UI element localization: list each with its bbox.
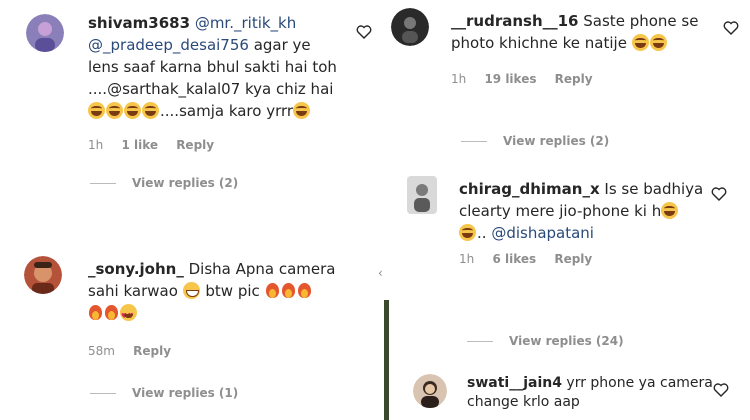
comment-line-2: @_pradeep_desai756 agar ye: [88, 34, 348, 56]
laughing-emoji-icon: [142, 102, 159, 119]
comment-body: _sony.john_ Disha Apna camera sahi karwa…: [88, 258, 358, 327]
replies-divider: [90, 392, 116, 394]
comment-text: Disha Apna camera: [188, 260, 336, 278]
laughing-emoji-icon: [124, 102, 141, 119]
avatar[interactable]: [26, 14, 64, 52]
avatar[interactable]: [391, 8, 429, 46]
username[interactable]: swati__jain4: [467, 375, 562, 391]
comment-line-2: clearty mere jio-phone ki h: [459, 200, 729, 222]
username[interactable]: chirag_dhiman_x: [459, 180, 600, 198]
like-heart-icon[interactable]: [723, 20, 739, 36]
comment-body: __rudransh__16 Saste phone se photo khic…: [451, 10, 721, 54]
reply-button[interactable]: Reply: [555, 72, 593, 86]
username[interactable]: shivam3683: [88, 14, 190, 32]
comment-text: clearty mere jio-phone ki h: [459, 202, 662, 220]
comment-text: Is se badhiya: [604, 180, 704, 198]
comment-meta: 1h 6 likes Reply: [459, 252, 606, 266]
reply-button[interactable]: Reply: [133, 344, 171, 358]
comment-swati-jain: swati__jain4 yrr phone ya camera change …: [385, 370, 750, 420]
view-replies-button[interactable]: View replies (2): [461, 134, 609, 148]
avatar[interactable]: [413, 374, 447, 408]
laughing-emoji-icon: [649, 34, 667, 51]
like-heart-icon[interactable]: [711, 186, 727, 202]
comment-line-2: photo khichne ke natije: [451, 32, 721, 54]
likes-count[interactable]: 19 likes: [484, 72, 536, 86]
mention[interactable]: @_pradeep_desai756: [88, 36, 249, 54]
comment-chirag-dhiman: chirag_dhiman_x Is se badhiya clearty me…: [385, 170, 750, 350]
comment-line-1: __rudransh__16 Saste phone se: [451, 10, 721, 32]
fire-emoji-icon: [297, 282, 312, 299]
timestamp: 58m: [88, 344, 115, 358]
like-heart-icon[interactable]: [713, 382, 729, 398]
mention[interactable]: @mr._ritik_kh: [195, 14, 296, 32]
laughing-emoji-icon: [459, 224, 476, 241]
comment-line-3: [88, 302, 358, 327]
view-replies-label[interactable]: View replies (24): [509, 334, 624, 348]
comment-meta: 1h 1 like Reply: [88, 138, 228, 152]
laughing-emoji-icon: [88, 102, 105, 119]
replies-divider: [461, 140, 487, 142]
laughing-emoji-icon: [293, 102, 311, 119]
right-comment-column: __rudransh__16 Saste phone se photo khic…: [385, 0, 750, 420]
view-replies-label[interactable]: View replies (2): [132, 176, 238, 190]
comment-text: yrr phone ya camera: [566, 375, 713, 391]
username[interactable]: __rudransh__16: [451, 12, 579, 30]
comment-line-1: chirag_dhiman_x Is se badhiya: [459, 178, 729, 200]
comment-body: shivam3683 @mr._ritik_kh @_pradeep_desai…: [88, 12, 348, 122]
heart-eyes-emoji-icon: [120, 304, 137, 327]
grinning-emoji-icon: [182, 282, 200, 299]
comment-body: chirag_dhiman_x Is se badhiya clearty me…: [459, 178, 729, 244]
laughing-emoji-icon: [661, 202, 679, 219]
likes-count[interactable]: 1 like: [121, 138, 158, 152]
laughing-emoji-icon: [106, 102, 123, 119]
comment-meta: 1h 19 likes Reply: [451, 72, 607, 86]
avatar[interactable]: [407, 176, 437, 214]
comment-line-1: shivam3683 @mr._ritik_kh: [88, 12, 348, 34]
likes-count[interactable]: 6 likes: [492, 252, 536, 266]
comment-text: change krlo aap: [467, 394, 580, 410]
view-replies-button[interactable]: View replies (1): [90, 386, 238, 400]
like-heart-icon[interactable]: [356, 24, 372, 40]
view-replies-button[interactable]: View replies (2): [90, 176, 238, 190]
comment-line-2: sahi karwao btw pic: [88, 280, 358, 302]
mention[interactable]: @dishapatani: [491, 224, 594, 242]
replies-divider: [467, 340, 493, 342]
comment-text: agar ye: [248, 36, 311, 54]
view-replies-label[interactable]: View replies (1): [132, 386, 238, 400]
fire-emoji-icon: [265, 282, 280, 299]
fire-emoji-icon: [104, 304, 119, 321]
timestamp: 1h: [451, 72, 467, 86]
comment-text: ....@sarthak_kalal07 kya chiz hai: [88, 80, 334, 98]
replies-divider: [90, 182, 116, 184]
reply-button[interactable]: Reply: [554, 252, 592, 266]
avatar[interactable]: [24, 256, 62, 294]
timestamp: 1h: [88, 138, 104, 152]
fire-emoji-icon: [281, 282, 296, 299]
comment-rudransh: __rudransh__16 Saste phone se photo khic…: [385, 0, 750, 160]
comment-line-3: .. @dishapatani: [459, 222, 729, 244]
comment-text: ....samja karo yrrr: [160, 102, 294, 120]
left-comment-column: shivam3683 @mr._ritik_kh @_pradeep_desai…: [0, 0, 375, 420]
reply-button[interactable]: Reply: [176, 138, 214, 152]
timestamp: 1h: [459, 252, 475, 266]
comment-text: lens saaf karna bhul sakti hai toh: [88, 58, 337, 76]
comment-text: sahi karwao: [88, 282, 183, 300]
comment-text: Saste phone se: [583, 12, 699, 30]
laughing-emoji-icon: [631, 34, 649, 51]
view-replies-label[interactable]: View replies (2): [503, 134, 609, 148]
comment-text: btw pic: [200, 282, 265, 300]
comment-line-5: ....samja karo yrrr: [88, 100, 348, 122]
fire-emoji-icon: [88, 304, 103, 321]
view-replies-button[interactable]: View replies (24): [467, 334, 624, 348]
comment-sony-john: _sony.john_ Disha Apna camera sahi karwa…: [0, 250, 375, 420]
username[interactable]: _sony.john_: [88, 260, 184, 278]
scroll-indicator-icon: ‹: [378, 266, 383, 280]
comment-line-1: swati__jain4 yrr phone ya camera: [467, 374, 717, 393]
comment-line-1: _sony.john_ Disha Apna camera: [88, 258, 358, 280]
comment-body: swati__jain4 yrr phone ya camera change …: [467, 374, 717, 412]
comment-shivam3683: shivam3683 @mr._ritik_kh @_pradeep_desai…: [0, 0, 375, 200]
comment-text: photo khichne ke natije: [451, 34, 632, 52]
comment-meta: 58m Reply: [88, 344, 185, 358]
comment-text: ..: [477, 224, 492, 242]
